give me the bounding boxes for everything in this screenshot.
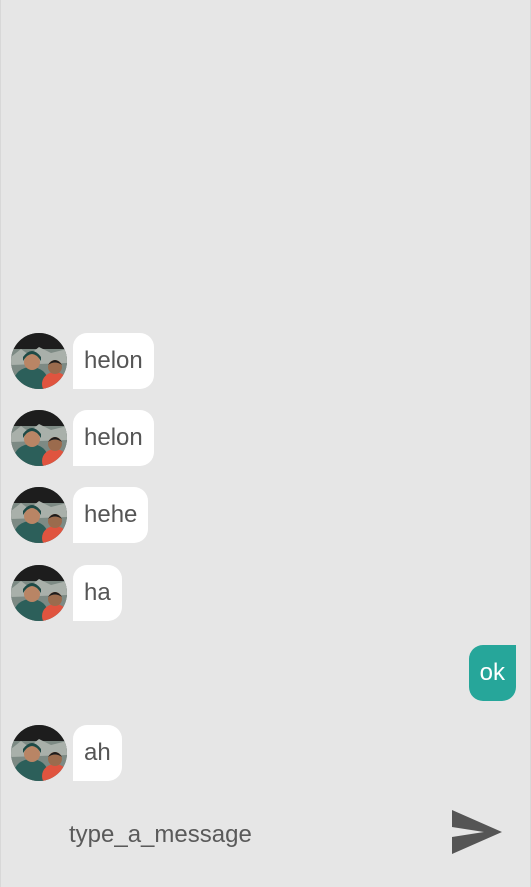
message-composer — [1, 800, 530, 870]
message-row-outgoing: ok — [1, 645, 530, 701]
message-bubble-outgoing[interactable]: ok — [468, 645, 516, 701]
message-row-incoming: hehe — [1, 487, 530, 543]
send-button[interactable] — [450, 808, 504, 856]
message-input[interactable] — [61, 810, 421, 860]
avatar[interactable] — [11, 410, 67, 466]
avatar[interactable] — [11, 725, 67, 781]
avatar[interactable] — [11, 565, 67, 621]
message-bubble-incoming[interactable]: helon — [73, 410, 154, 466]
message-row-incoming: helon — [1, 410, 530, 466]
avatar[interactable] — [11, 333, 67, 389]
message-bubble-incoming[interactable]: ha — [73, 565, 122, 621]
message-row-incoming: ah — [1, 725, 530, 781]
message-bubble-incoming[interactable]: ah — [73, 725, 122, 781]
send-icon — [450, 808, 504, 856]
avatar[interactable] — [11, 487, 67, 543]
message-row-incoming: helon — [1, 333, 530, 389]
chat-screen: helon helon hehe ha ok ah type_a_message — [0, 0, 531, 887]
message-bubble-incoming[interactable]: hehe — [73, 487, 149, 543]
message-bubble-incoming[interactable]: helon — [73, 333, 154, 389]
message-row-incoming: ha — [1, 565, 530, 621]
